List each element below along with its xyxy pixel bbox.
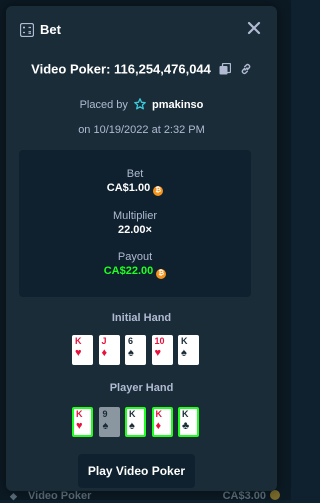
card-rank: 9 xyxy=(102,409,108,419)
card-suit-icon: ♦ xyxy=(101,347,108,359)
modal-title: Bet xyxy=(40,22,61,37)
playing-card: K ♥ xyxy=(72,335,93,365)
card-suit-icon: ♥ xyxy=(75,347,82,359)
card-rank: J xyxy=(101,336,107,346)
card-suit-icon: ♥ xyxy=(76,420,83,432)
player-hand-label: Player Hand xyxy=(109,382,174,394)
backdrop-game-label: Video Poker xyxy=(28,490,92,502)
close-icon[interactable] xyxy=(247,21,261,35)
card-rank: K xyxy=(182,409,189,419)
card-suit-icon: ♠ xyxy=(102,420,109,432)
bet-id-title: Video Poker: 116,254,476,044 xyxy=(31,61,211,77)
playing-card: K ♣ xyxy=(178,407,199,437)
placed-by-label: Placed by xyxy=(79,99,128,111)
card-rank: K xyxy=(155,409,163,419)
playing-card: K ♦ xyxy=(151,407,173,437)
card-rank: K xyxy=(129,409,136,419)
play-video-poker-button[interactable]: Play Video Poker xyxy=(78,454,195,488)
initial-hand: K ♥ J ♦ 6 ♠ 10 ♥ K ♠ xyxy=(6,335,277,367)
bet-amount: CA$1.00 ₿ xyxy=(19,182,251,196)
card-rank: 10 xyxy=(154,336,165,346)
playing-card: J ♦ xyxy=(98,335,120,365)
card-suit-icon: ♥ xyxy=(154,347,162,359)
backdrop-amount: CA$3.00 xyxy=(222,490,266,502)
payout-amount-text: CA$22.00 xyxy=(103,265,154,277)
playing-card: 9 ♠ xyxy=(98,407,120,437)
bet-id-row: Video Poker: 116,254,476,044 xyxy=(6,60,277,78)
coin-icon xyxy=(270,490,280,500)
bet-label: Bet xyxy=(126,168,144,180)
bet-stats-panel: Bet CA$1.00 ₿ Multiplier 22.00× Payout CA… xyxy=(19,150,251,297)
multiplier-value: 22.00× xyxy=(118,224,152,236)
initial-hand-label: Initial Hand xyxy=(111,312,172,324)
playing-card: 6 ♠ xyxy=(125,335,146,365)
copy-icon[interactable] xyxy=(219,62,232,75)
card-rank: K xyxy=(76,409,83,419)
bet-date: on 10/19/2022 at 2:32 PM xyxy=(78,124,205,136)
multiplier-label: Multiplier xyxy=(112,210,157,222)
player-hand: K ♥ 9 ♠ K ♠ K ♦ K ♣ xyxy=(6,407,277,439)
receipt-icon xyxy=(20,23,34,37)
username-link[interactable]: pmakinso xyxy=(152,99,203,111)
card-suit-icon: ♦ xyxy=(155,420,162,432)
card-suit-icon: ♠ xyxy=(129,420,135,432)
card-suit-icon: ♣ xyxy=(182,420,190,432)
payout-amount: CA$22.00 ₿ xyxy=(19,265,251,279)
card-suit-icon: ♠ xyxy=(128,347,134,359)
vip-star-icon xyxy=(134,98,146,110)
modal-header: Bet xyxy=(6,6,277,54)
card-suit-icon: ♠ xyxy=(181,347,187,359)
backdrop-bet-row: ◆ Video Poker CA$3.00 xyxy=(10,489,280,503)
payout-label: Payout xyxy=(117,251,153,263)
card-rank: K xyxy=(75,336,82,346)
bet-amount-text: CA$1.00 xyxy=(106,182,151,194)
playing-card: K ♠ xyxy=(178,335,199,365)
bitcoin-icon: ₿ xyxy=(153,186,164,196)
bitcoin-icon: ₿ xyxy=(156,269,167,279)
card-rank: K xyxy=(181,336,188,346)
playing-card: 10 ♥ xyxy=(151,335,173,365)
cards-icon: ◆ xyxy=(10,491,17,501)
playing-card: K ♥ xyxy=(72,407,93,437)
placed-by-row: Placed by pmakinso xyxy=(6,98,277,111)
playing-card: K ♠ xyxy=(125,407,146,437)
bet-modal: Bet Video Poker: 116,254,476,044 Placed … xyxy=(6,6,277,491)
card-rank: 6 xyxy=(128,336,134,346)
link-icon[interactable] xyxy=(240,63,252,75)
